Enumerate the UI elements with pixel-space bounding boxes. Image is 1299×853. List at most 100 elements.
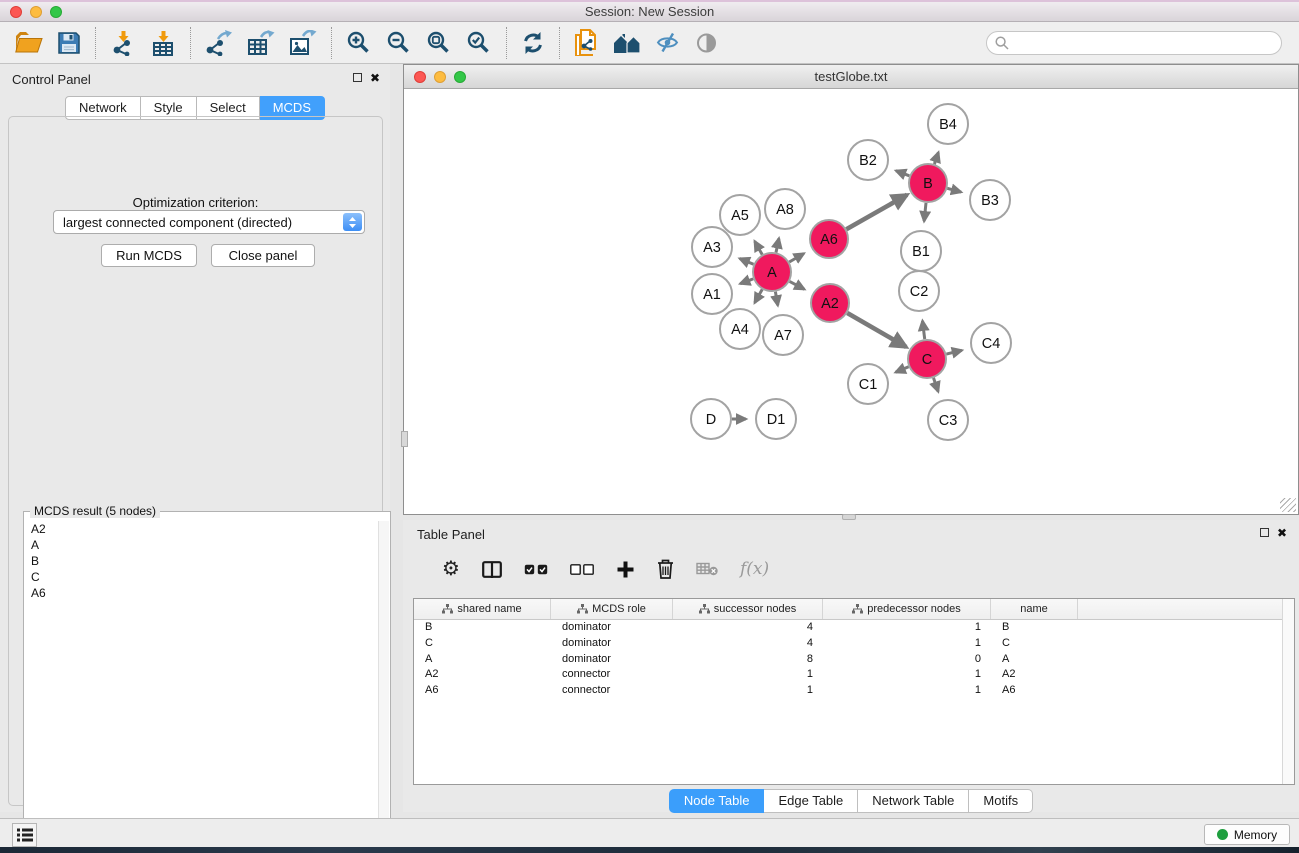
float-panel-icon[interactable] bbox=[353, 73, 362, 82]
import-network-icon[interactable] bbox=[103, 26, 143, 60]
graph-node[interactable]: D bbox=[691, 399, 731, 439]
mcds-result-item[interactable]: A bbox=[25, 537, 377, 553]
graph-node[interactable]: B1 bbox=[901, 231, 941, 271]
close-panel-icon[interactable]: ✖ bbox=[1277, 527, 1287, 539]
table-row[interactable]: A6connector11A6 bbox=[414, 683, 1282, 699]
select-all-checks-icon[interactable] bbox=[513, 564, 559, 575]
graph-node[interactable]: A4 bbox=[720, 309, 760, 349]
zoom-selected-icon[interactable] bbox=[459, 26, 499, 60]
column-header-predecessor-nodes[interactable]: predecessor nodes bbox=[823, 599, 991, 619]
node-table-scrollbar[interactable] bbox=[1282, 599, 1294, 784]
graph-node[interactable]: C1 bbox=[848, 364, 888, 404]
graph-node[interactable]: A7 bbox=[763, 315, 803, 355]
table-cell: 8 bbox=[673, 652, 823, 668]
close-panel-icon[interactable]: ✖ bbox=[370, 72, 380, 84]
graph-node[interactable]: A3 bbox=[692, 227, 732, 267]
graph-edge bbox=[740, 259, 754, 265]
splitter-collapse-handle[interactable] bbox=[401, 431, 408, 447]
toolbar-separator bbox=[559, 27, 560, 59]
delete-column-icon[interactable] bbox=[646, 559, 685, 579]
table-cell: A2 bbox=[991, 667, 1078, 683]
show-column-icon[interactable] bbox=[471, 561, 513, 578]
zoom-fit-icon[interactable] bbox=[419, 26, 459, 60]
add-column-icon[interactable] bbox=[605, 560, 646, 579]
table-cell: connector bbox=[551, 667, 673, 683]
column-header-successor-nodes[interactable]: successor nodes bbox=[673, 599, 823, 619]
hide-selected-icon[interactable] bbox=[648, 26, 687, 60]
svg-text:C2: C2 bbox=[910, 284, 929, 300]
function-builder-icon[interactable]: f(x) bbox=[729, 559, 780, 579]
memory-label: Memory bbox=[1234, 828, 1277, 842]
import-table-icon[interactable] bbox=[143, 26, 183, 60]
task-history-button[interactable] bbox=[12, 823, 37, 847]
table-options-gear-icon[interactable]: ⚙ bbox=[431, 559, 471, 579]
delete-table-icon[interactable] bbox=[685, 562, 729, 576]
graph-node[interactable]: B3 bbox=[970, 180, 1010, 220]
mcds-result-item[interactable]: A2 bbox=[25, 521, 377, 537]
column-header-MCDS-role[interactable]: MCDS role bbox=[551, 599, 673, 619]
table-row[interactable]: Cdominator41C bbox=[414, 636, 1282, 652]
graph-node[interactable]: A1 bbox=[692, 274, 732, 314]
graph-node[interactable]: B4 bbox=[928, 104, 968, 144]
save-session-icon[interactable] bbox=[50, 26, 88, 60]
graph-node[interactable]: A5 bbox=[720, 195, 760, 235]
clone-network-icon[interactable] bbox=[567, 26, 606, 60]
search-field[interactable] bbox=[986, 31, 1282, 55]
memory-button[interactable]: Memory bbox=[1204, 824, 1290, 845]
window-resize-grip[interactable] bbox=[1280, 498, 1296, 512]
table-cell: A bbox=[414, 652, 551, 668]
graph-node[interactable]: A bbox=[753, 253, 791, 291]
optimization-criterion-select[interactable]: largest connected component (directed) bbox=[53, 210, 365, 234]
svg-text:B2: B2 bbox=[859, 153, 877, 169]
desktop-background-strip bbox=[0, 847, 1299, 853]
graph-node[interactable]: A6 bbox=[810, 220, 848, 258]
graph-node[interactable]: A8 bbox=[765, 189, 805, 229]
network-canvas[interactable]: A5A8A6 A3 A A1 A2 A4 A7 B2 B4 B B3 B1 C2 C4 C C1 C3 D D1 bbox=[404, 90, 1298, 514]
table-row[interactable]: Bdominator41B bbox=[414, 620, 1282, 636]
tab-node-table[interactable]: Node Table bbox=[669, 789, 765, 813]
memory-status-dot bbox=[1217, 829, 1228, 840]
search-input[interactable] bbox=[1014, 36, 1273, 50]
graph-node[interactable]: C3 bbox=[928, 400, 968, 440]
column-header-name[interactable]: name bbox=[991, 599, 1078, 619]
mcds-result-item[interactable]: B bbox=[25, 553, 377, 569]
zoom-in-icon[interactable] bbox=[339, 26, 379, 60]
deselect-all-checks-icon[interactable] bbox=[559, 564, 605, 575]
export-network-icon[interactable] bbox=[198, 26, 240, 60]
export-table-icon[interactable] bbox=[240, 26, 282, 60]
show-all-icon[interactable] bbox=[687, 26, 726, 60]
run-mcds-button[interactable]: Run MCDS bbox=[101, 244, 197, 267]
column-header-shared-name[interactable]: shared name bbox=[414, 599, 551, 619]
graph-node[interactable]: C4 bbox=[971, 323, 1011, 363]
graph-node[interactable]: D1 bbox=[756, 399, 796, 439]
open-file-icon[interactable] bbox=[8, 26, 50, 60]
graph-node[interactable]: B bbox=[909, 164, 947, 202]
table-cell: C bbox=[414, 636, 551, 652]
table-panel-title: Table Panel bbox=[417, 527, 485, 542]
graph-edge bbox=[947, 188, 961, 192]
mcds-result-scrollbar[interactable] bbox=[378, 521, 389, 851]
graph-node[interactable]: B2 bbox=[848, 140, 888, 180]
graph-node[interactable]: C bbox=[908, 340, 946, 378]
network-window-title: testGlobe.txt bbox=[404, 69, 1298, 84]
graph-node[interactable]: A2 bbox=[811, 284, 849, 322]
home-layout-icon[interactable] bbox=[606, 26, 648, 60]
svg-text:C: C bbox=[922, 352, 932, 368]
network-window-titlebar[interactable]: testGlobe.txt bbox=[404, 65, 1298, 89]
table-row[interactable]: Adominator80A bbox=[414, 652, 1282, 668]
svg-text:D: D bbox=[706, 412, 716, 428]
close-panel-button[interactable]: Close panel bbox=[211, 244, 315, 267]
float-panel-icon[interactable] bbox=[1260, 528, 1269, 537]
refresh-icon[interactable] bbox=[514, 26, 552, 60]
table-cell: 1 bbox=[673, 683, 823, 699]
mcds-result-item[interactable]: A6 bbox=[25, 585, 377, 601]
graph-node[interactable]: C2 bbox=[899, 271, 939, 311]
table-row[interactable]: A2connector11A2 bbox=[414, 667, 1282, 683]
zoom-out-icon[interactable] bbox=[379, 26, 419, 60]
svg-text:A4: A4 bbox=[731, 322, 749, 338]
export-image-icon[interactable] bbox=[282, 26, 324, 60]
mcds-result-item[interactable]: C bbox=[25, 569, 377, 585]
tab-motifs[interactable]: Motifs bbox=[969, 789, 1033, 813]
tab-network-table[interactable]: Network Table bbox=[858, 789, 969, 813]
tab-edge-table[interactable]: Edge Table bbox=[764, 789, 858, 813]
